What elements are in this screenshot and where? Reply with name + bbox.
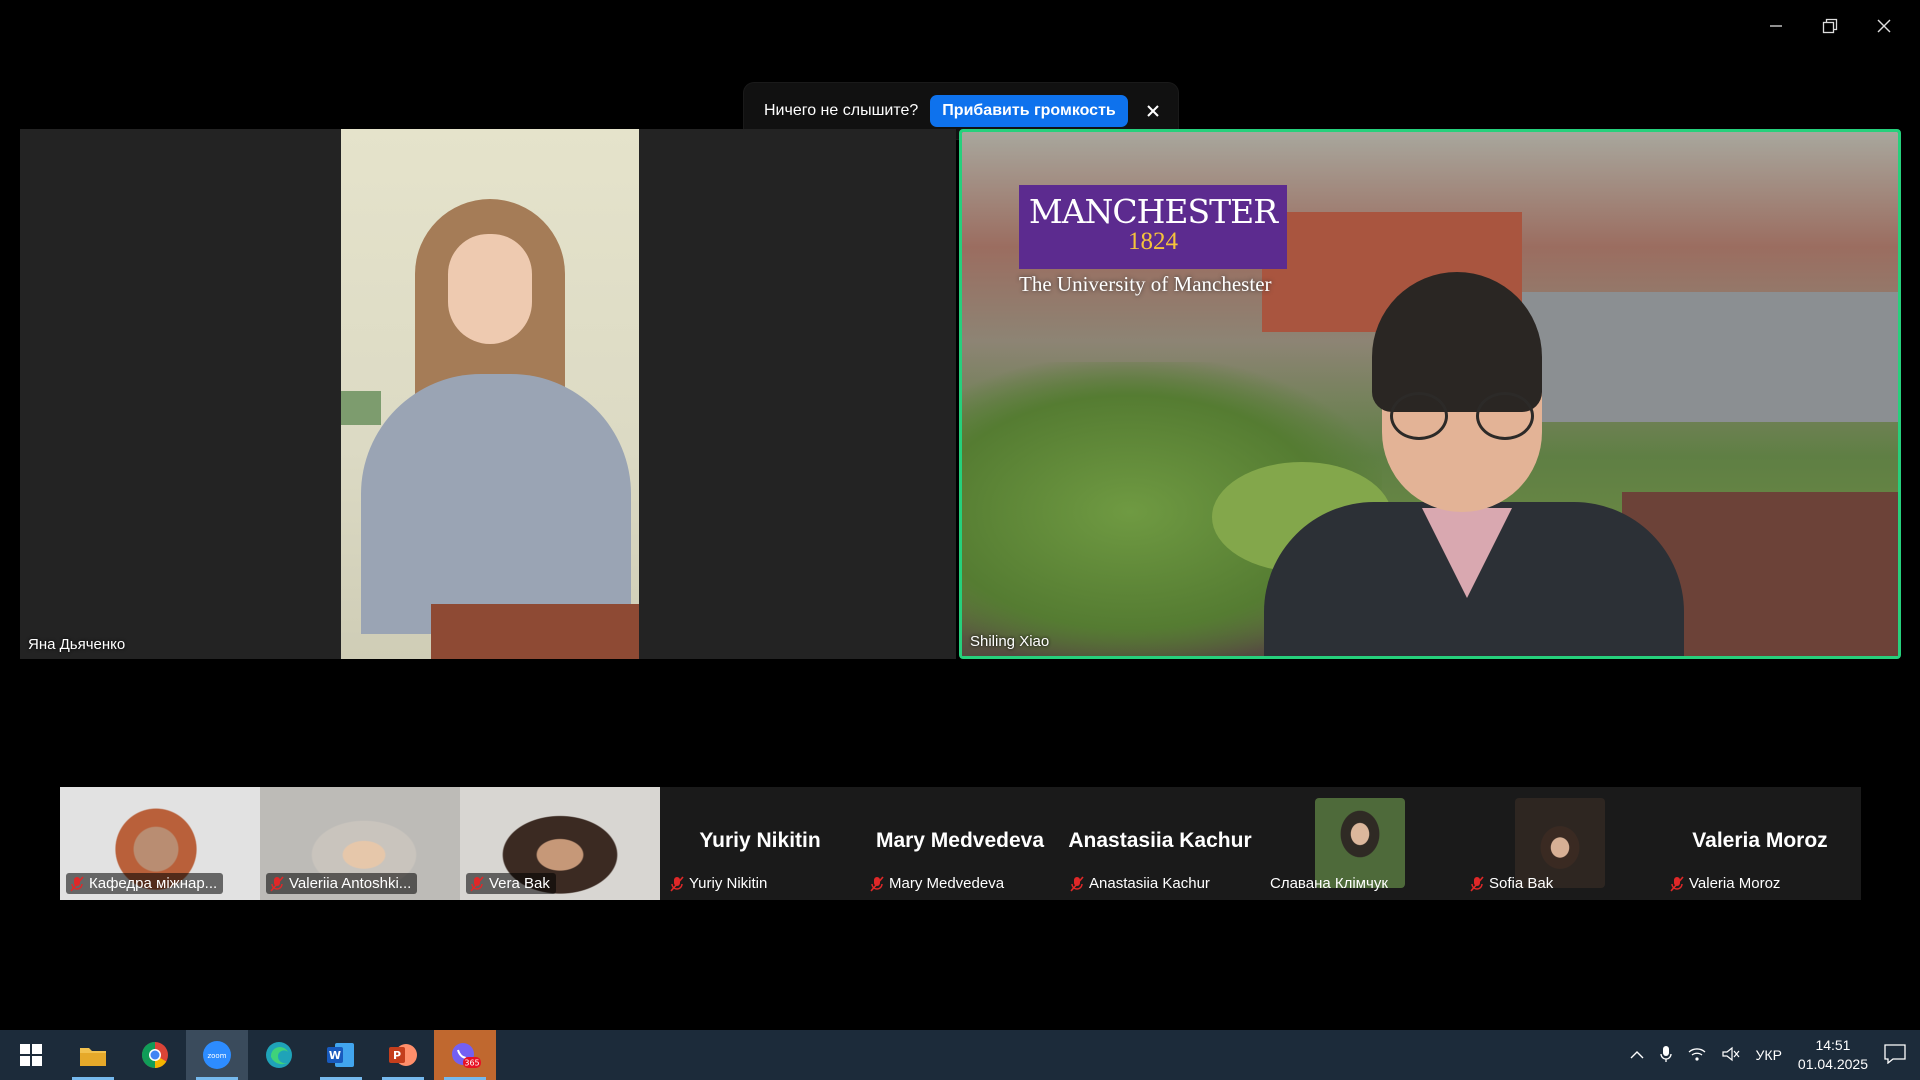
mic-muted-icon bbox=[70, 875, 84, 892]
participant-name: Valeriia Antoshki... bbox=[289, 875, 412, 892]
close-icon[interactable] bbox=[1142, 100, 1164, 122]
participant-label: Valeriia Antoshki... bbox=[266, 873, 418, 894]
svg-text:W: W bbox=[329, 1049, 341, 1062]
gallery-tile[interactable]: Yuriy Nikitin Yuriy Nikitin bbox=[660, 787, 860, 900]
gallery-tile[interactable]: Vera Bak bbox=[460, 787, 660, 900]
chevron-up-icon[interactable] bbox=[1630, 1047, 1644, 1063]
video-tile-active-speaker[interactable]: MANCHESTER 1824 The University of Manche… bbox=[959, 129, 1901, 659]
gallery-tile[interactable]: Кафедра міжнар... bbox=[60, 787, 260, 900]
participant-label: Mary Medvedeva bbox=[866, 873, 1010, 894]
logo-text: MANCHESTER bbox=[1028, 192, 1278, 231]
participant-name: Mary Medvedeva bbox=[889, 875, 1005, 892]
gallery-tile[interactable]: Славана Клімчук bbox=[1260, 787, 1460, 900]
mic-muted-icon bbox=[670, 875, 684, 892]
banner-text: Ничего не слышите? bbox=[764, 102, 919, 119]
participant-display-name: Yuriy Nikitin bbox=[699, 829, 821, 852]
participant-name: Valeria Moroz bbox=[1689, 875, 1781, 892]
file-explorer-icon[interactable] bbox=[62, 1030, 124, 1080]
gallery-tile[interactable]: Sofia Bak bbox=[1460, 787, 1660, 900]
gallery-tile[interactable]: Anastasiia Kachur Anastasiia Kachur bbox=[1060, 787, 1260, 900]
wifi-icon[interactable] bbox=[1688, 1046, 1706, 1065]
gallery-tile[interactable]: Valeria Moroz Valeria Moroz bbox=[1660, 787, 1860, 900]
speaker-muted-icon[interactable] bbox=[1721, 1046, 1740, 1065]
participant-label: Sofia Bak bbox=[1466, 873, 1559, 894]
gallery-tile[interactable]: Valeriia Antoshki... bbox=[260, 787, 460, 900]
participant-label: Кафедра міжнар... bbox=[66, 873, 224, 894]
participant-label: Anastasiia Kachur bbox=[1066, 873, 1216, 894]
mic-muted-icon bbox=[1670, 875, 1684, 892]
logo-subtitle: The University of Manchester bbox=[1019, 272, 1272, 296]
mic-muted-icon bbox=[270, 875, 284, 892]
participant-name: Яна Дьяченко bbox=[28, 636, 126, 653]
gallery-strip: Кафедра міжнар... Valeriia Antoshki... V… bbox=[60, 787, 1861, 900]
window-controls bbox=[1752, 8, 1908, 44]
participant-name: Sofia Bak bbox=[1489, 875, 1554, 892]
mic-muted-icon bbox=[1070, 875, 1084, 892]
viber-icon[interactable]: 365 bbox=[434, 1030, 496, 1080]
participant-label: Yuriy Nikitin bbox=[666, 873, 773, 894]
participant-label: Valeria Moroz bbox=[1666, 873, 1786, 894]
participant-display-name: Valeria Moroz bbox=[1692, 829, 1828, 852]
gallery-tile[interactable]: Mary Medvedeva Mary Medvedeva bbox=[860, 787, 1060, 900]
participant-display-name: Anastasiia Kachur bbox=[1068, 829, 1252, 852]
clock[interactable]: 14:51 01.04.2025 bbox=[1798, 1036, 1868, 1074]
mic-muted-icon bbox=[470, 875, 484, 892]
speaker-video bbox=[1254, 272, 1704, 656]
university-logo: MANCHESTER 1824 bbox=[1019, 185, 1287, 269]
increase-volume-button[interactable]: Прибавить громкость bbox=[930, 95, 1128, 127]
participant-display-name: Mary Medvedeva bbox=[875, 829, 1045, 852]
participant-name: Славана Клімчук bbox=[1270, 875, 1388, 892]
participant-video bbox=[341, 129, 639, 659]
notification-badge: 365 bbox=[464, 1059, 479, 1068]
clock-date: 01.04.2025 bbox=[1797, 1056, 1868, 1072]
mic-muted-icon bbox=[1470, 875, 1484, 892]
clock-time: 14:51 bbox=[1815, 1037, 1851, 1054]
edge-icon[interactable] bbox=[248, 1030, 310, 1080]
svg-text:P: P bbox=[393, 1049, 401, 1062]
restore-icon[interactable] bbox=[1806, 8, 1854, 44]
participant-name: Vera Bak bbox=[489, 875, 550, 892]
language-indicator[interactable]: УКР bbox=[1756, 1047, 1782, 1063]
minimize-icon[interactable] bbox=[1752, 8, 1800, 44]
powerpoint-icon[interactable]: P bbox=[372, 1030, 434, 1080]
participant-name: Yuriy Nikitin bbox=[689, 875, 768, 892]
participant-label: Славана Клімчук bbox=[1266, 873, 1394, 894]
participant-name: Кафедра міжнар... bbox=[89, 875, 218, 892]
participant-name: Anastasiia Kachur bbox=[1089, 875, 1210, 892]
svg-text:zoom: zoom bbox=[207, 1052, 226, 1060]
windows-start-icon[interactable] bbox=[0, 1030, 62, 1080]
participant-label: Vera Bak bbox=[466, 873, 556, 894]
chrome-icon[interactable] bbox=[124, 1030, 186, 1080]
video-tile-left[interactable]: Яна Дьяченко bbox=[20, 129, 956, 659]
windows-taskbar: zoom W P 365 УКР 14:51 01.04.2025 bbox=[0, 1030, 1920, 1080]
system-tray: УКР 14:51 01.04.2025 bbox=[1630, 1036, 1920, 1074]
participant-name: Shiling Xiao bbox=[970, 633, 1050, 650]
word-icon[interactable]: W bbox=[310, 1030, 372, 1080]
close-icon[interactable] bbox=[1860, 8, 1908, 44]
mic-muted-icon bbox=[870, 875, 884, 892]
zoom-icon[interactable]: zoom bbox=[186, 1030, 248, 1080]
notifications-icon[interactable] bbox=[1884, 1043, 1906, 1067]
microphone-icon[interactable] bbox=[1659, 1045, 1672, 1066]
logo-year: 1824 bbox=[1128, 228, 1178, 255]
